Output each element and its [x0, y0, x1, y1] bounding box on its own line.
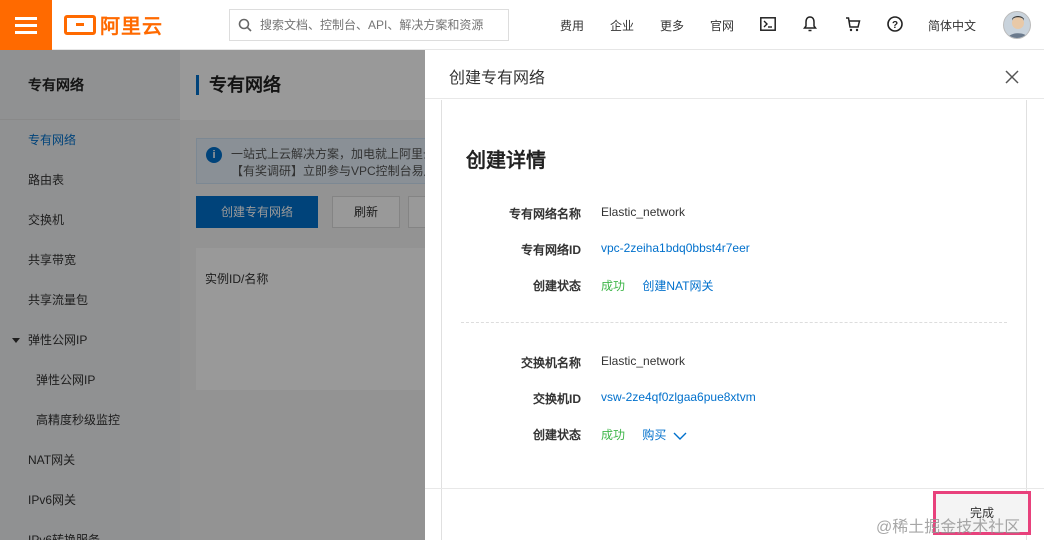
close-icon[interactable]	[1003, 68, 1021, 86]
search-icon	[238, 18, 252, 32]
vpc-name-value: Elastic_network	[601, 205, 686, 219]
vpc-status-value: 成功	[601, 279, 626, 293]
vpc-status-label: 创建状态	[532, 279, 581, 293]
nav-official-site[interactable]: 官网	[710, 17, 734, 34]
vswitch-name-value: Elastic_network	[601, 354, 686, 368]
vpc-id-link[interactable]: vpc-2zeiha1bdq0bbst4r7eer	[601, 241, 750, 255]
terminal-icon[interactable]	[758, 14, 778, 34]
vswitch-status-label: 创建状态	[532, 428, 581, 442]
user-avatar[interactable]	[1003, 11, 1031, 39]
header-divider	[425, 98, 1044, 99]
footer-divider	[425, 488, 1044, 489]
top-bar: 阿里云 费用 企业 更多 官网 ? 简体中文	[0, 0, 1044, 50]
help-icon[interactable]: ?	[885, 14, 905, 34]
aliyun-logo[interactable]: 阿里云	[64, 10, 214, 39]
vpc-status-row: 成功 创建NAT网关	[601, 277, 713, 294]
detail-heading: 创建详情	[466, 150, 546, 172]
section-divider	[461, 322, 1007, 323]
language-switch[interactable]: 简体中文	[928, 17, 976, 34]
nav-enterprise[interactable]: 企业	[610, 17, 634, 34]
vswitch-id-label: 交换机ID	[532, 392, 581, 406]
hamburger-menu-button[interactable]	[0, 0, 52, 50]
vswitch-status-row: 成功 购买	[601, 426, 687, 443]
vswitch-status-value: 成功	[601, 428, 626, 442]
create-vpc-drawer: 创建专有网络 创建详情 专有网络名称 Elastic_network 专有网络I…	[425, 50, 1044, 540]
chevron-down-icon[interactable]	[673, 431, 687, 441]
bell-icon[interactable]	[800, 14, 820, 34]
drawer-title: 创建专有网络	[449, 70, 546, 87]
vswitch-name-label: 交换机名称	[520, 356, 581, 370]
watermark: @稀土掘金技术社区	[876, 519, 1021, 536]
vswitch-id-link[interactable]: vsw-2ze4qf0zlgaa6pue8xtvm	[601, 390, 756, 404]
create-nat-gateway-link[interactable]: 创建NAT网关	[642, 279, 713, 293]
search-input[interactable]	[260, 17, 490, 32]
cart-icon[interactable]	[843, 14, 863, 34]
vpc-name-label: 专有网络名称	[508, 207, 581, 221]
svg-text:?: ?	[892, 20, 898, 31]
logo-text: 阿里云	[100, 16, 163, 38]
nav-billing[interactable]: 费用	[560, 17, 584, 34]
logo-mark-icon	[64, 14, 96, 35]
search-box[interactable]	[229, 8, 509, 41]
nav-more[interactable]: 更多	[660, 17, 684, 34]
vpc-id-label: 专有网络ID	[520, 243, 581, 257]
purchase-link[interactable]: 购买	[642, 428, 666, 442]
menu-icon	[15, 16, 37, 34]
